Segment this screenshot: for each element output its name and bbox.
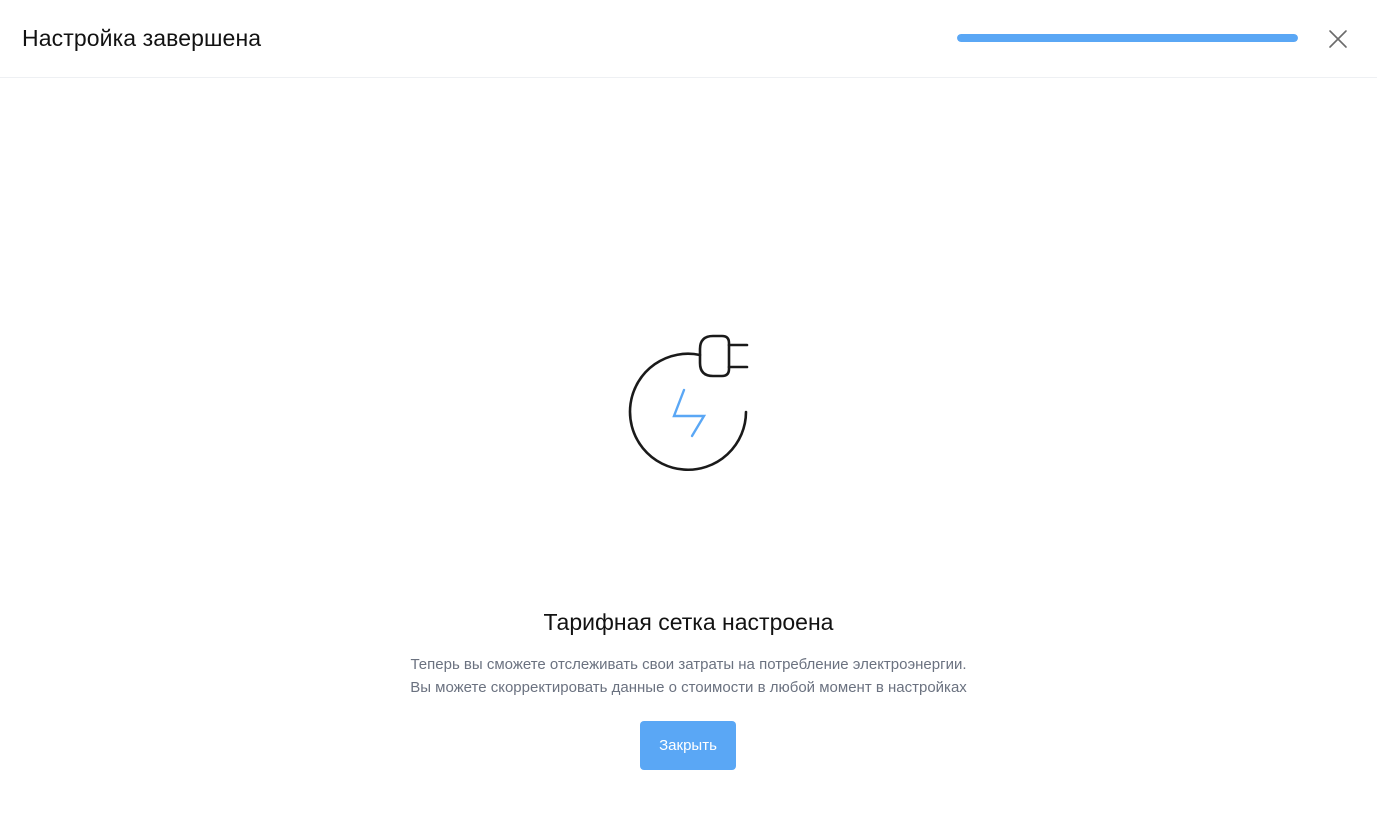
description-line-1: Теперь вы сможете отслеживать свои затра… <box>410 656 967 673</box>
close-icon <box>1329 30 1347 48</box>
close-dialog-button[interactable]: Закрыть <box>640 721 736 770</box>
close-button[interactable] <box>1322 23 1354 55</box>
result-title: Тарифная сетка настроена <box>543 609 834 635</box>
page-title: Настройка завершена <box>22 25 262 51</box>
plug-lightning-icon <box>618 326 758 486</box>
result-description: Теперь вы сможете отслеживать свои затра… <box>0 653 1377 699</box>
progress-bar-fill <box>957 34 1298 42</box>
progress-bar <box>957 34 1298 42</box>
description-line-2: Вы можете скорректировать данные о стоим… <box>410 679 967 696</box>
dialog-header: Настройка завершена <box>0 0 1377 78</box>
